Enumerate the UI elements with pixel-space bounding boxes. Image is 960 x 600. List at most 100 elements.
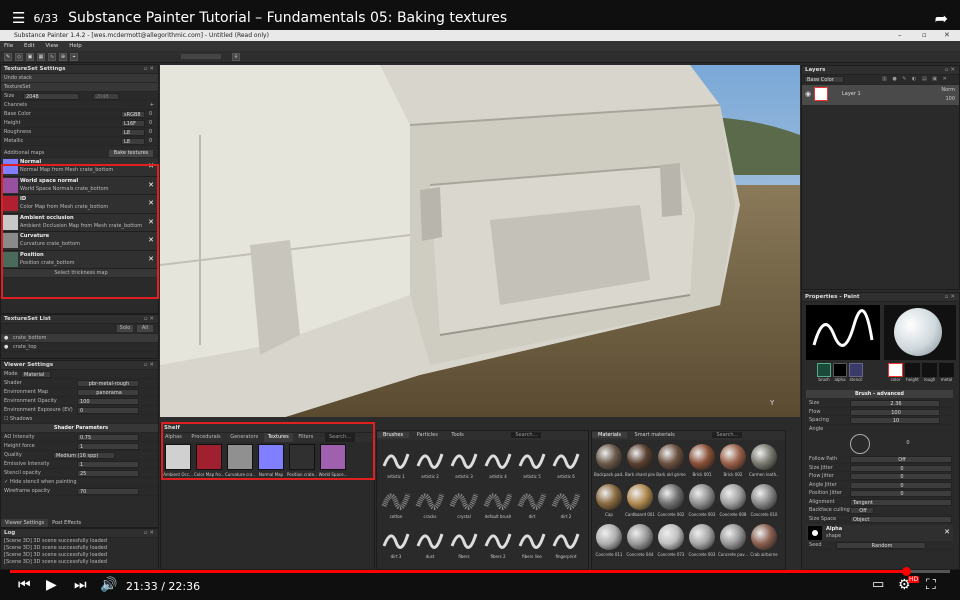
- undo-stack-button[interactable]: Undo stack: [1, 74, 158, 83]
- bake-textures-button[interactable]: Bake textures: [109, 150, 153, 157]
- layer-blend-mode[interactable]: Norm: [941, 87, 955, 93]
- remove-map-icon[interactable]: ✕: [148, 162, 154, 170]
- material-thumbnail[interactable]: [596, 484, 622, 510]
- menu-file[interactable]: File: [4, 43, 13, 49]
- alpha-chip[interactable]: alpha: [833, 363, 847, 383]
- scrubber-handle[interactable]: [901, 567, 911, 576]
- map-item[interactable]: Ambient occlusion Ambient Occlusion Map f…: [1, 213, 158, 232]
- material-thumbnail[interactable]: [596, 444, 622, 470]
- tab-generators[interactable]: Generators: [226, 433, 262, 442]
- menu-help[interactable]: Help: [69, 43, 82, 49]
- texture-thumbnail[interactable]: [289, 444, 315, 470]
- brush-thumbnail[interactable]: [415, 524, 445, 554]
- progress-bar[interactable]: [10, 570, 950, 573]
- share-icon[interactable]: ➦: [935, 9, 948, 28]
- color-chip[interactable]: color: [888, 363, 903, 383]
- angle-dial[interactable]: [850, 434, 870, 454]
- texture-thumbnail[interactable]: [227, 444, 253, 470]
- size-dropdown-2[interactable]: 2048: [93, 93, 119, 100]
- minimize-icon[interactable]: –: [898, 30, 902, 41]
- brush-thumbnail[interactable]: [551, 524, 581, 554]
- tab-filters[interactable]: Filters: [294, 433, 317, 442]
- material-thumbnail[interactable]: [751, 484, 777, 510]
- material-thumbnail[interactable]: [689, 484, 715, 510]
- textureset-button[interactable]: TextureSet: [1, 83, 158, 92]
- tab-viewer-settings[interactable]: Viewer Settings: [1, 519, 49, 527]
- brush-thumbnail[interactable]: [551, 484, 581, 514]
- remove-map-icon[interactable]: ✕: [148, 199, 154, 207]
- polyfill-tool-icon[interactable]: ▦: [37, 52, 45, 61]
- layer-row[interactable]: ◉ Layer 1 Norm 100: [802, 85, 959, 105]
- material-search-input[interactable]: Search...: [712, 432, 743, 438]
- material-thumbnail[interactable]: [720, 484, 746, 510]
- tab-materials[interactable]: Materials: [592, 432, 627, 438]
- brush-thumbnail[interactable]: [449, 484, 479, 514]
- menu-view[interactable]: View: [45, 43, 58, 49]
- picker-tool-icon[interactable]: ⌖: [70, 52, 78, 61]
- brush-search-input[interactable]: Search...: [511, 432, 542, 438]
- brush-thumbnail[interactable]: [381, 524, 411, 554]
- stencil-chip[interactable]: stencil: [849, 363, 863, 383]
- smudge-tool-icon[interactable]: ∿: [48, 52, 56, 61]
- metal-chip[interactable]: metal: [939, 363, 954, 383]
- remove-map-icon[interactable]: ✕: [148, 236, 154, 244]
- map-item[interactable]: Curvature Curvature crate_bottom ✕: [1, 232, 158, 251]
- brush-thumbnail[interactable]: [517, 444, 547, 474]
- skip-next-icon[interactable]: ⏭: [74, 577, 87, 593]
- rough-chip[interactable]: rough: [922, 363, 937, 383]
- brush-thumbnail[interactable]: [517, 484, 547, 514]
- material-thumbnail[interactable]: [627, 484, 653, 510]
- shelf-search-input[interactable]: Search...: [324, 433, 355, 442]
- paint-tool-icon[interactable]: ✎: [4, 52, 12, 61]
- tab-tools[interactable]: Tools: [445, 432, 469, 438]
- select-thickness-button[interactable]: Select thickness map: [1, 269, 158, 278]
- tab-brushes[interactable]: Brushes: [377, 432, 410, 438]
- shadows-checkbox[interactable]: ☐: [4, 415, 8, 424]
- material-thumbnail[interactable]: [720, 444, 746, 470]
- solo-button[interactable]: Solo: [117, 325, 133, 332]
- 3d-viewport[interactable]: Y: [160, 65, 800, 417]
- eraser-tool-icon[interactable]: ◇: [15, 52, 23, 61]
- material-thumbnail[interactable]: [658, 524, 684, 550]
- brush-thumbnail[interactable]: [517, 524, 547, 554]
- brush-thumbnail[interactable]: [381, 484, 411, 514]
- brush-thumbnail[interactable]: [449, 524, 479, 554]
- symmetry-slider[interactable]: [181, 54, 221, 59]
- camera-tool-icon[interactable]: ⌾: [232, 52, 240, 61]
- add-channel-icon[interactable]: +: [150, 101, 154, 110]
- texture-thumbnail[interactable]: [258, 444, 284, 470]
- close-icon[interactable]: ✕: [944, 30, 950, 41]
- tab-alphas[interactable]: Alphas: [161, 433, 186, 442]
- material-thumbnail[interactable]: [751, 524, 777, 550]
- material-thumbnail[interactable]: [658, 484, 684, 510]
- brush-thumbnail[interactable]: [415, 484, 445, 514]
- texture-thumbnail[interactable]: [196, 444, 222, 470]
- all-button[interactable]: All: [137, 325, 153, 332]
- tab-particles[interactable]: Particles: [411, 432, 444, 438]
- alpha-row[interactable]: Alpha shape ✕: [806, 525, 953, 541]
- brush-thumbnail[interactable]: [483, 524, 513, 554]
- play-icon[interactable]: ▶: [46, 577, 57, 593]
- volume-icon[interactable]: 🔊: [100, 577, 117, 593]
- layer-name[interactable]: Layer 1: [842, 91, 861, 97]
- brush-advanced-header[interactable]: Brush - advanced: [806, 390, 953, 398]
- texture-thumbnail[interactable]: [320, 444, 346, 470]
- remove-map-icon[interactable]: ✕: [148, 255, 154, 263]
- map-item[interactable]: Position Position crate_bottom ✕: [1, 250, 158, 269]
- material-thumbnail[interactable]: [751, 444, 777, 470]
- brush-thumbnail[interactable]: [415, 444, 445, 474]
- textureset-item[interactable]: crate_top ●: [1, 343, 158, 352]
- brush-thumbnail[interactable]: [483, 484, 513, 514]
- skip-previous-icon[interactable]: ⏮: [18, 577, 31, 593]
- captions-icon[interactable]: ▭: [872, 577, 884, 592]
- material-thumbnail[interactable]: [596, 524, 622, 550]
- height-chip[interactable]: height: [905, 363, 920, 383]
- playlist-icon[interactable]: ☰: [12, 9, 25, 27]
- tab-smart-materials[interactable]: Smart materials: [629, 432, 681, 438]
- remove-alpha-icon[interactable]: ✕: [944, 528, 950, 536]
- eye-icon[interactable]: ◉: [805, 90, 811, 98]
- shader-params-header[interactable]: Shader Parameters: [1, 424, 158, 433]
- brush-thumbnail[interactable]: [551, 444, 581, 474]
- projection-tool-icon[interactable]: ▣: [26, 52, 34, 61]
- maximize-icon[interactable]: ▫: [922, 30, 927, 41]
